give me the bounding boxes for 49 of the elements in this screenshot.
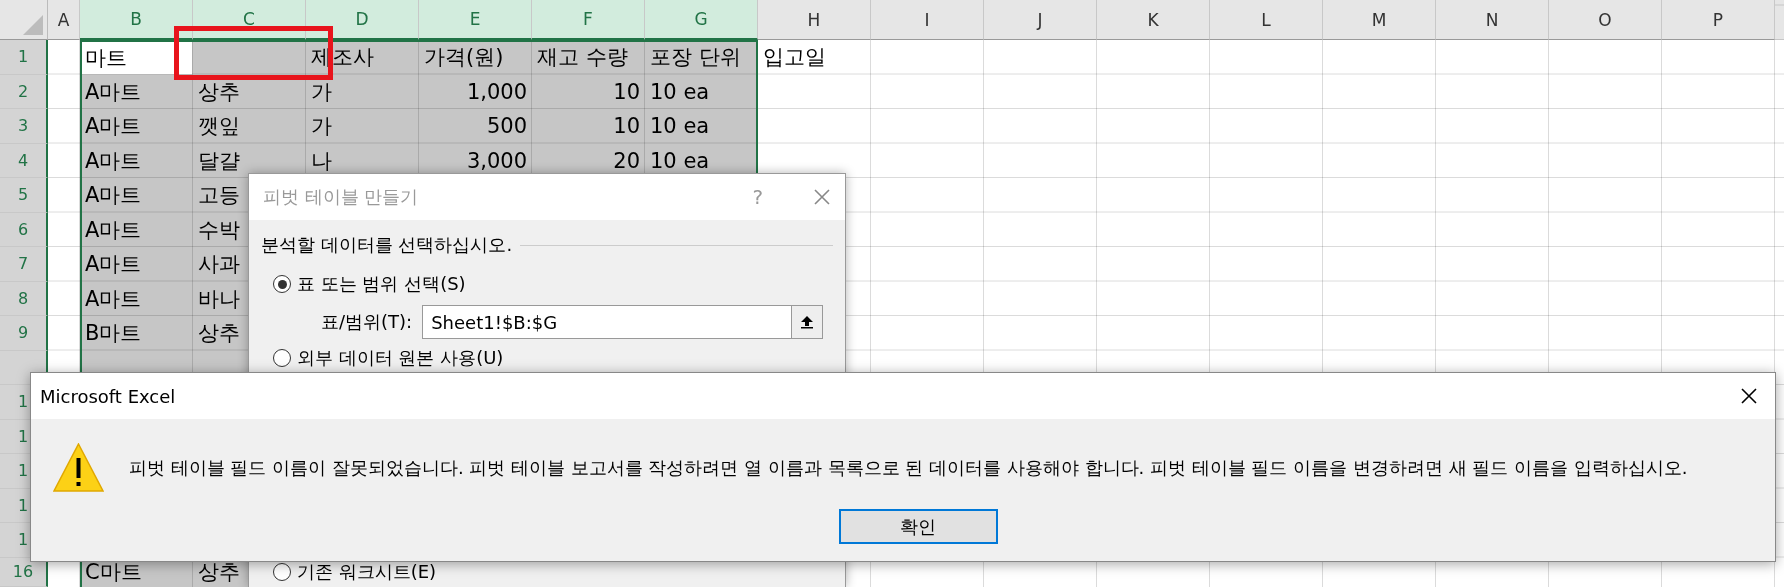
row-header[interactable]: 3 bbox=[0, 109, 48, 144]
table-cell[interactable]: 마트 bbox=[82, 42, 192, 74]
table-cell[interactable]: 500 bbox=[419, 109, 532, 144]
table-cell[interactable]: 깻잎 bbox=[193, 109, 306, 144]
column-header[interactable]: D bbox=[306, 0, 419, 40]
table-cell[interactable]: 10 ea bbox=[645, 74, 758, 109]
table-cell[interactable]: 10 ea bbox=[645, 109, 758, 144]
table-cell[interactable]: 가 bbox=[306, 74, 419, 109]
column-header[interactable]: G bbox=[645, 0, 758, 40]
row-header[interactable]: 4 bbox=[0, 143, 48, 178]
column-header[interactable]: B bbox=[80, 0, 193, 40]
dialog-title: 피벗 테이블 만들기 bbox=[263, 185, 420, 209]
table-cell[interactable]: 1,000 bbox=[419, 74, 532, 109]
row-header[interactable]: 5 bbox=[0, 178, 48, 213]
column-header[interactable]: E bbox=[419, 0, 532, 40]
row-header[interactable]: 9 bbox=[0, 316, 48, 351]
table-cell[interactable]: A마트 bbox=[80, 247, 193, 282]
table-cell[interactable]: A마트 bbox=[80, 143, 193, 178]
table-cell[interactable]: A마트 bbox=[80, 178, 193, 213]
arrow-up-icon bbox=[800, 315, 815, 329]
range-input-field[interactable]: Sheet1!$B:$G bbox=[422, 305, 792, 339]
message-text: 피벗 테이블 필드 이름이 잘못되었습니다. 피벗 테이블 보고서를 작성하려면 열 이름과 목록으로 된 데이터를 사용해야 합니다. 피벗 테이블 필드 이름을 변경하려면 새 필드 이름을 입력하십시오. bbox=[129, 455, 1688, 480]
row-header[interactable]: 8 bbox=[0, 281, 48, 316]
column-header[interactable]: F bbox=[532, 0, 645, 40]
collapse-button[interactable] bbox=[791, 305, 824, 339]
table-cell[interactable]: A마트 bbox=[80, 212, 193, 247]
table-cell[interactable]: 가 bbox=[306, 109, 419, 144]
row-header[interactable]: 2 bbox=[0, 74, 48, 109]
ok-button[interactable]: 확인 bbox=[838, 509, 998, 544]
table-cell[interactable]: A마트 bbox=[80, 109, 193, 144]
table-cell[interactable]: A마트 bbox=[80, 281, 193, 316]
warning-icon bbox=[53, 443, 104, 492]
radio-button[interactable]: 표 또는 범위 선택(S) bbox=[273, 266, 466, 302]
row-header[interactable]: 7 bbox=[0, 247, 48, 282]
table-cell[interactable]: 입고일 bbox=[758, 40, 871, 75]
field-label: 표/범위(T): bbox=[321, 310, 413, 334]
table-cell[interactable]: 재고 수량 bbox=[532, 40, 645, 75]
close-icon[interactable] bbox=[1740, 387, 1758, 405]
table-cell[interactable]: C마트 bbox=[80, 557, 193, 587]
section-label: 분석할 데이터를 선택하십시오. bbox=[261, 233, 513, 257]
table-cell[interactable]: A마트 bbox=[80, 74, 193, 109]
table-cell[interactable]: 10 bbox=[532, 109, 645, 144]
table-cell[interactable]: B마트 bbox=[80, 316, 193, 351]
row-header[interactable]: 6 bbox=[0, 212, 48, 247]
table-cell[interactable]: 10 bbox=[532, 74, 645, 109]
table-cell[interactable]: 포장 단위 bbox=[645, 40, 758, 75]
row-header[interactable]: 1 bbox=[0, 40, 48, 75]
table-cell[interactable]: 상추 bbox=[193, 74, 306, 109]
table-cell[interactable]: 가격(원) bbox=[419, 40, 532, 75]
